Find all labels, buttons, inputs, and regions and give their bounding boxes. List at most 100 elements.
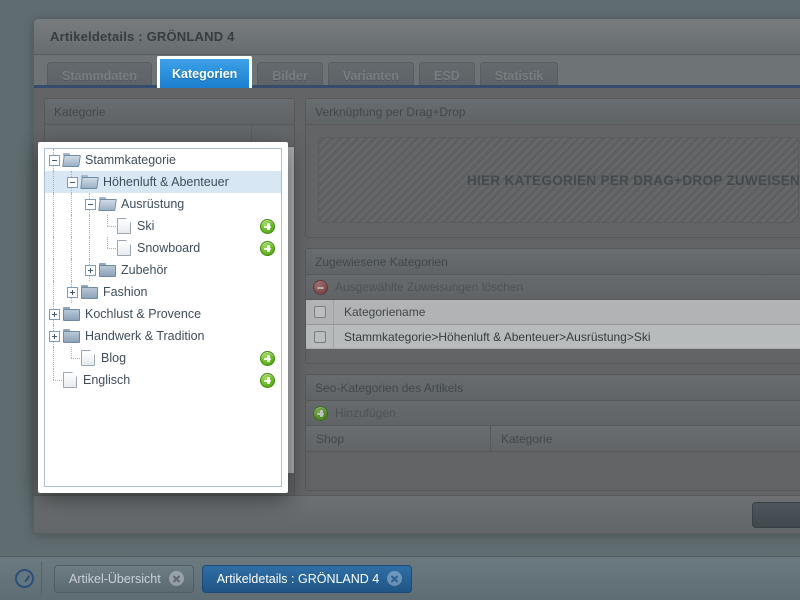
tree-node-label: Fashion (103, 285, 148, 299)
assigned-col-kategoriename[interactable]: Kategoriename (334, 305, 800, 319)
window-footer (34, 495, 800, 533)
tab-bilder[interactable]: Bilder (257, 62, 323, 88)
seo-panel-title: Seo-Kategorien des Artikels (315, 380, 464, 395)
seo-col-kategorie[interactable]: Kategorie (491, 426, 800, 451)
document-icon (117, 218, 131, 234)
dragdrop-panel-header: Verknüpfung per Drag+Drop (306, 99, 800, 125)
assigned-categories-panel: Zugewiesene Kategorien Ausgewählte Zuwei… (305, 248, 800, 364)
assign-category-plus-icon[interactable] (260, 350, 275, 366)
collapse-node-icon[interactable] (45, 149, 63, 171)
tab-bar: Stammdaten Kategorien Bilder Varianten E… (34, 55, 800, 88)
folder-open-icon (62, 153, 81, 167)
tree-indent-guide (63, 237, 81, 259)
tree-leaf-guide (99, 215, 117, 237)
assign-category-plus-icon[interactable] (260, 218, 275, 234)
expand-node-icon[interactable] (45, 303, 63, 325)
expand-node-icon[interactable] (45, 325, 63, 347)
tree-node[interactable]: Höhenluft & Abenteuer (45, 171, 281, 193)
folder-icon (63, 307, 80, 321)
right-column: Verknüpfung per Drag+Drop HIER KATEGORIE… (305, 98, 800, 525)
tree-indent-guide (45, 259, 63, 281)
document-icon (117, 240, 131, 256)
tree-node-label: Höhenluft & Abenteuer (103, 175, 229, 189)
toggle-box (48, 154, 60, 166)
tree-node[interactable]: Handwerk & Tradition (45, 325, 281, 347)
tree-node-label: Stammkategorie (85, 153, 177, 167)
folder-icon (99, 263, 116, 277)
window-titlebar: Artikeldetails : GRÖNLAND 4 (34, 19, 800, 55)
assigned-grid-empty-fill (306, 349, 800, 363)
seo-col-shop[interactable]: Shop (306, 426, 491, 451)
taskbar-item-artikeldetails[interactable]: Artikeldetails : GRÖNLAND 4 (201, 564, 413, 593)
plus-circle-icon[interactable] (313, 405, 328, 421)
select-all-checkbox[interactable] (313, 306, 326, 318)
dragdrop-zone[interactable]: HIER KATEGORIEN PER DRAG+DROP ZUWEISEN (318, 137, 800, 223)
tree-node-label: Englisch (83, 373, 131, 387)
table-row[interactable]: Stammkategorie>Höhenluft & Abenteuer>Aus… (306, 325, 800, 349)
seo-add-button[interactable]: Hinzufügen (335, 406, 396, 420)
tab-varianten[interactable]: Varianten (327, 62, 415, 88)
category-tree: Stammkategorie Höhenluft & Abenteuer Ausrü… (44, 148, 282, 487)
tree-node[interactable]: Zubehör (45, 259, 281, 281)
assigned-grid-header: Kategoriename (306, 300, 800, 325)
row-select-cell[interactable] (306, 325, 334, 348)
row-checkbox[interactable] (313, 330, 326, 343)
seo-grid-body (306, 452, 800, 490)
tab-label: Stammdaten (62, 68, 138, 83)
tree-indent-guide (45, 281, 63, 303)
tree-indent-guide (81, 215, 99, 237)
collapse-node-icon[interactable] (81, 193, 99, 215)
tab-label: Varianten (342, 68, 400, 83)
folder-icon (63, 329, 80, 343)
toggle-box (48, 330, 60, 342)
tab-label: ESD (434, 68, 460, 83)
taskbar-item-artikel-uebersicht[interactable]: Artikel-Übersicht (54, 564, 194, 593)
tree-indent-guide (63, 193, 81, 215)
dragdrop-hint-text: HIER KATEGORIEN PER DRAG+DROP ZUWEISEN (466, 172, 800, 188)
tree-indent-guide (45, 215, 63, 237)
tree-node[interactable]: Snowboard (45, 237, 281, 259)
assign-category-plus-icon[interactable] (260, 372, 275, 388)
select-all-cell[interactable] (306, 300, 334, 324)
tree-node[interactable]: Ausrüstung (45, 193, 281, 215)
dragdrop-panel-title: Verknüpfung per Drag+Drop (315, 104, 466, 119)
taskbar-item-label: Artikeldetails : GRÖNLAND 4 (216, 571, 380, 586)
tab-esd[interactable]: ESD (419, 62, 475, 88)
save-button[interactable] (752, 502, 800, 528)
tab-kategorien[interactable]: Kategorien (157, 56, 253, 88)
minus-circle-icon[interactable] (313, 279, 328, 295)
close-icon[interactable] (168, 571, 184, 586)
assign-category-plus-icon[interactable] (260, 240, 275, 256)
tree-node[interactable]: Stammkategorie (45, 149, 281, 171)
tree-node-label: Zubehör (121, 263, 168, 277)
tree-node[interactable]: Kochlust & Provence (45, 303, 281, 325)
tree-node[interactable]: Fashion (45, 281, 281, 303)
tree-node-label: Snowboard (137, 241, 201, 255)
assigned-toolbar: Ausgewählte Zuweisungen löschen (306, 275, 800, 300)
collapse-node-icon[interactable] (63, 171, 81, 193)
expand-node-icon[interactable] (63, 281, 81, 303)
tab-stammdaten[interactable]: Stammdaten (47, 62, 153, 88)
dragdrop-body: HIER KATEGORIEN PER DRAG+DROP ZUWEISEN (306, 125, 800, 237)
document-icon (81, 350, 95, 366)
tree-indent-guide (63, 215, 81, 237)
dragdrop-panel: Verknüpfung per Drag+Drop HIER KATEGORIE… (305, 98, 800, 238)
tree-node-label: Handwerk & Tradition (85, 329, 205, 343)
tab-label: Statistik (494, 68, 544, 83)
expand-node-icon[interactable] (81, 259, 99, 281)
tree-leaf-guide (99, 237, 117, 259)
close-icon[interactable] (387, 571, 403, 586)
category-panel-header: Kategorie (45, 99, 294, 125)
category-panel-title: Kategorie (54, 104, 106, 119)
tab-statistik[interactable]: Statistik (479, 62, 559, 88)
document-icon (63, 372, 77, 388)
delete-assignments-button[interactable]: Ausgewählte Zuweisungen löschen (335, 280, 523, 294)
start-button[interactable] (8, 561, 42, 596)
page-title: Artikeldetails : GRÖNLAND 4 (50, 29, 235, 44)
tree-node-label: Ski (137, 219, 155, 233)
tree-node[interactable]: Englisch (45, 369, 281, 391)
tab-label: Bilder (272, 68, 308, 83)
folder-icon (81, 285, 98, 299)
tree-node[interactable]: Blog (45, 347, 281, 369)
tree-node[interactable]: Ski (45, 215, 281, 237)
